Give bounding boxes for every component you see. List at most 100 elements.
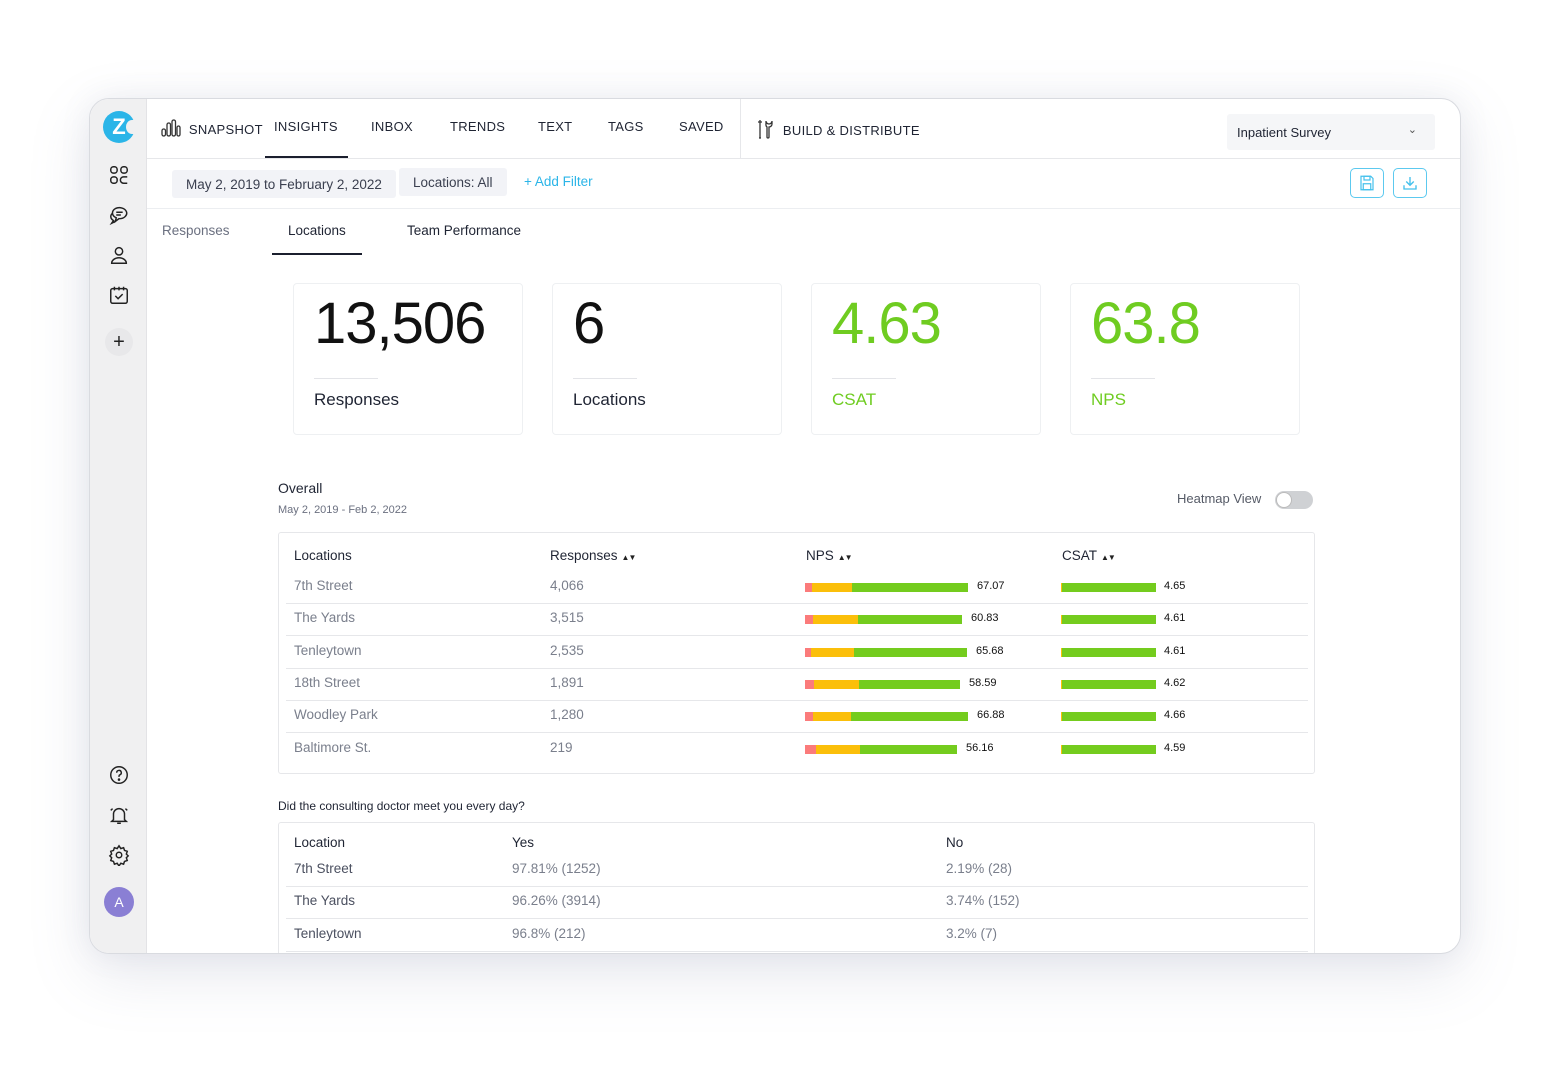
tab-responses[interactable]: Responses bbox=[162, 223, 230, 238]
nps-value: 65.68 bbox=[976, 644, 1004, 657]
col-locations: Locations bbox=[294, 548, 352, 563]
save-icon bbox=[1360, 175, 1374, 191]
tab-locations[interactable]: Locations bbox=[272, 223, 362, 255]
nav-inbox[interactable]: INBOX bbox=[371, 119, 413, 134]
location-name: Woodley Park bbox=[294, 707, 378, 723]
locations-table: Locations Responses ▲▼ NPS ▲▼ CSAT ▲▼ 7th S… bbox=[278, 532, 1315, 774]
download-button[interactable] bbox=[1393, 168, 1427, 198]
dashboard-icon[interactable] bbox=[104, 160, 134, 190]
csat-high-segment bbox=[1061, 679, 1156, 689]
col-yes: Yes bbox=[512, 835, 535, 850]
location-name: Tenleytown bbox=[294, 642, 362, 658]
nps-promoter-segment bbox=[852, 583, 968, 592]
stat-divider bbox=[832, 378, 896, 379]
user-icon[interactable] bbox=[104, 240, 134, 270]
calendar-check-icon[interactable] bbox=[104, 280, 134, 310]
tab-team-performance[interactable]: Team Performance bbox=[407, 223, 521, 238]
locations-filter[interactable]: Locations: All bbox=[399, 168, 507, 196]
location-name: 18th Street bbox=[294, 674, 361, 690]
locations-filter-label: Locations: All bbox=[413, 174, 493, 190]
col-no: No bbox=[946, 835, 964, 850]
chat-icon[interactable] bbox=[104, 200, 134, 230]
table-row[interactable]: The Yards 3,515 60.83 4.61 bbox=[286, 604, 1308, 637]
tools-icon bbox=[756, 119, 774, 142]
stat-divider bbox=[573, 378, 637, 379]
bar-chart-icon bbox=[161, 119, 181, 140]
nps-promoter-segment bbox=[853, 647, 967, 657]
bell-icon[interactable] bbox=[104, 800, 134, 830]
col-csat[interactable]: CSAT ▲▼ bbox=[1062, 548, 1116, 563]
yes-value: 96.26% (3914) bbox=[512, 893, 601, 909]
nav-snapshot[interactable]: SNAPSHOT bbox=[161, 119, 263, 140]
plus-icon: + bbox=[113, 330, 125, 353]
stat-value: 63.8 bbox=[1091, 291, 1201, 356]
location-name: The Yards bbox=[294, 893, 356, 909]
csat-value: 4.61 bbox=[1164, 644, 1186, 657]
stat-divider bbox=[314, 378, 378, 379]
nav-build-label: BUILD & DISTRIBUTE bbox=[782, 123, 920, 138]
nav-trends[interactable]: TRENDS bbox=[450, 119, 505, 134]
nps-value: 60.83 bbox=[971, 612, 999, 625]
yes-value: 96.8% (212) bbox=[512, 925, 586, 941]
table-row[interactable]: The Yards 96.26% (3914) 3.74% (152) bbox=[286, 887, 1308, 920]
nps-detractor-segment bbox=[805, 615, 813, 625]
table-row[interactable]: 7th Street 4,066 67.07 4.65 bbox=[286, 572, 1308, 604]
sort-icon[interactable]: ▲▼ bbox=[838, 553, 853, 562]
nav-insights-label: INSIGHTS bbox=[274, 119, 338, 134]
col-label: Responses bbox=[550, 548, 618, 563]
date-range-filter[interactable]: May 2, 2019 to February 2, 2022 bbox=[172, 170, 396, 198]
nps-promoter-segment bbox=[859, 679, 960, 689]
nps-value: 66.88 bbox=[977, 709, 1005, 722]
add-button[interactable]: + bbox=[105, 328, 133, 356]
avatar[interactable]: A bbox=[104, 887, 134, 917]
nps-bar bbox=[805, 744, 957, 754]
nav-text[interactable]: TEXT bbox=[538, 119, 572, 134]
csat-value: 4.59 bbox=[1164, 741, 1186, 754]
csat-bar bbox=[1061, 615, 1156, 625]
col-nps[interactable]: NPS ▲▼ bbox=[806, 548, 853, 563]
heatmap-toggle[interactable] bbox=[1275, 491, 1313, 509]
table-row[interactable]: 7th Street 97.81% (1252) 2.19% (28) bbox=[286, 855, 1308, 887]
table-row[interactable]: Tenleytown 96.8% (212) 3.2% (7) bbox=[286, 920, 1308, 952]
gear-icon[interactable] bbox=[104, 840, 134, 870]
col-label: CSAT bbox=[1062, 548, 1098, 563]
nps-promoter-segment bbox=[850, 712, 968, 722]
sort-icon[interactable]: ▲▼ bbox=[1101, 553, 1116, 562]
nps-bar bbox=[805, 583, 968, 592]
table-row[interactable]: Tenleytown 2,535 65.68 4.61 bbox=[286, 637, 1308, 669]
nav-build-distribute[interactable]: BUILD & DISTRIBUTE bbox=[756, 119, 920, 142]
save-button[interactable] bbox=[1350, 168, 1384, 198]
csat-value: 4.62 bbox=[1164, 676, 1186, 689]
location-name: The Yards bbox=[294, 610, 356, 626]
sort-icon[interactable]: ▲▼ bbox=[622, 553, 637, 562]
nav-tags[interactable]: TAGS bbox=[608, 119, 644, 134]
table-row[interactable]: Baltimore St. 219 56.16 4.59 bbox=[286, 734, 1308, 766]
date-range-label: May 2, 2019 to February 2, 2022 bbox=[186, 176, 382, 192]
help-icon[interactable] bbox=[104, 760, 134, 790]
stat-value: 6 bbox=[573, 291, 605, 356]
table-row[interactable]: Woodley Park 1,280 66.88 4.66 bbox=[286, 701, 1308, 734]
sub-tabs: Responses Locations Team Performance bbox=[147, 209, 1460, 255]
csat-value: 4.61 bbox=[1164, 612, 1186, 625]
responses-count: 4,066 bbox=[550, 578, 584, 593]
nav-trends-label: TRENDS bbox=[450, 119, 506, 134]
csat-high-segment bbox=[1062, 647, 1156, 657]
top-nav: SNAPSHOT INSIGHTS INBOX TRENDS TEXT TAGS… bbox=[147, 99, 1460, 159]
table-row[interactable]: 18th Street 1,891 58.59 4.62 bbox=[286, 669, 1308, 701]
nav-insights[interactable]: INSIGHTS bbox=[265, 119, 348, 158]
nps-passive-segment bbox=[814, 679, 860, 689]
toggle-knob bbox=[1276, 492, 1292, 508]
question-table: Location Yes No 7th Street 97.81% (1252) 2… bbox=[278, 822, 1315, 953]
location-name: Tenleytown bbox=[294, 925, 362, 941]
nps-passive-segment bbox=[811, 583, 853, 592]
responses-count: 1,280 bbox=[550, 707, 584, 723]
nav-saved[interactable]: SAVED bbox=[679, 119, 724, 134]
nps-bar bbox=[805, 647, 967, 657]
question-title: Did the consulting doctor meet you every… bbox=[278, 799, 525, 813]
logo[interactable]: Z bbox=[103, 111, 138, 143]
add-filter-link[interactable]: + Add Filter bbox=[524, 174, 593, 189]
nps-detractor-segment bbox=[805, 679, 815, 689]
survey-select[interactable]: Inpatient Survey ⌄ bbox=[1227, 114, 1435, 150]
col-responses[interactable]: Responses ▲▼ bbox=[550, 548, 637, 563]
nav-saved-label: SAVED bbox=[679, 119, 724, 134]
